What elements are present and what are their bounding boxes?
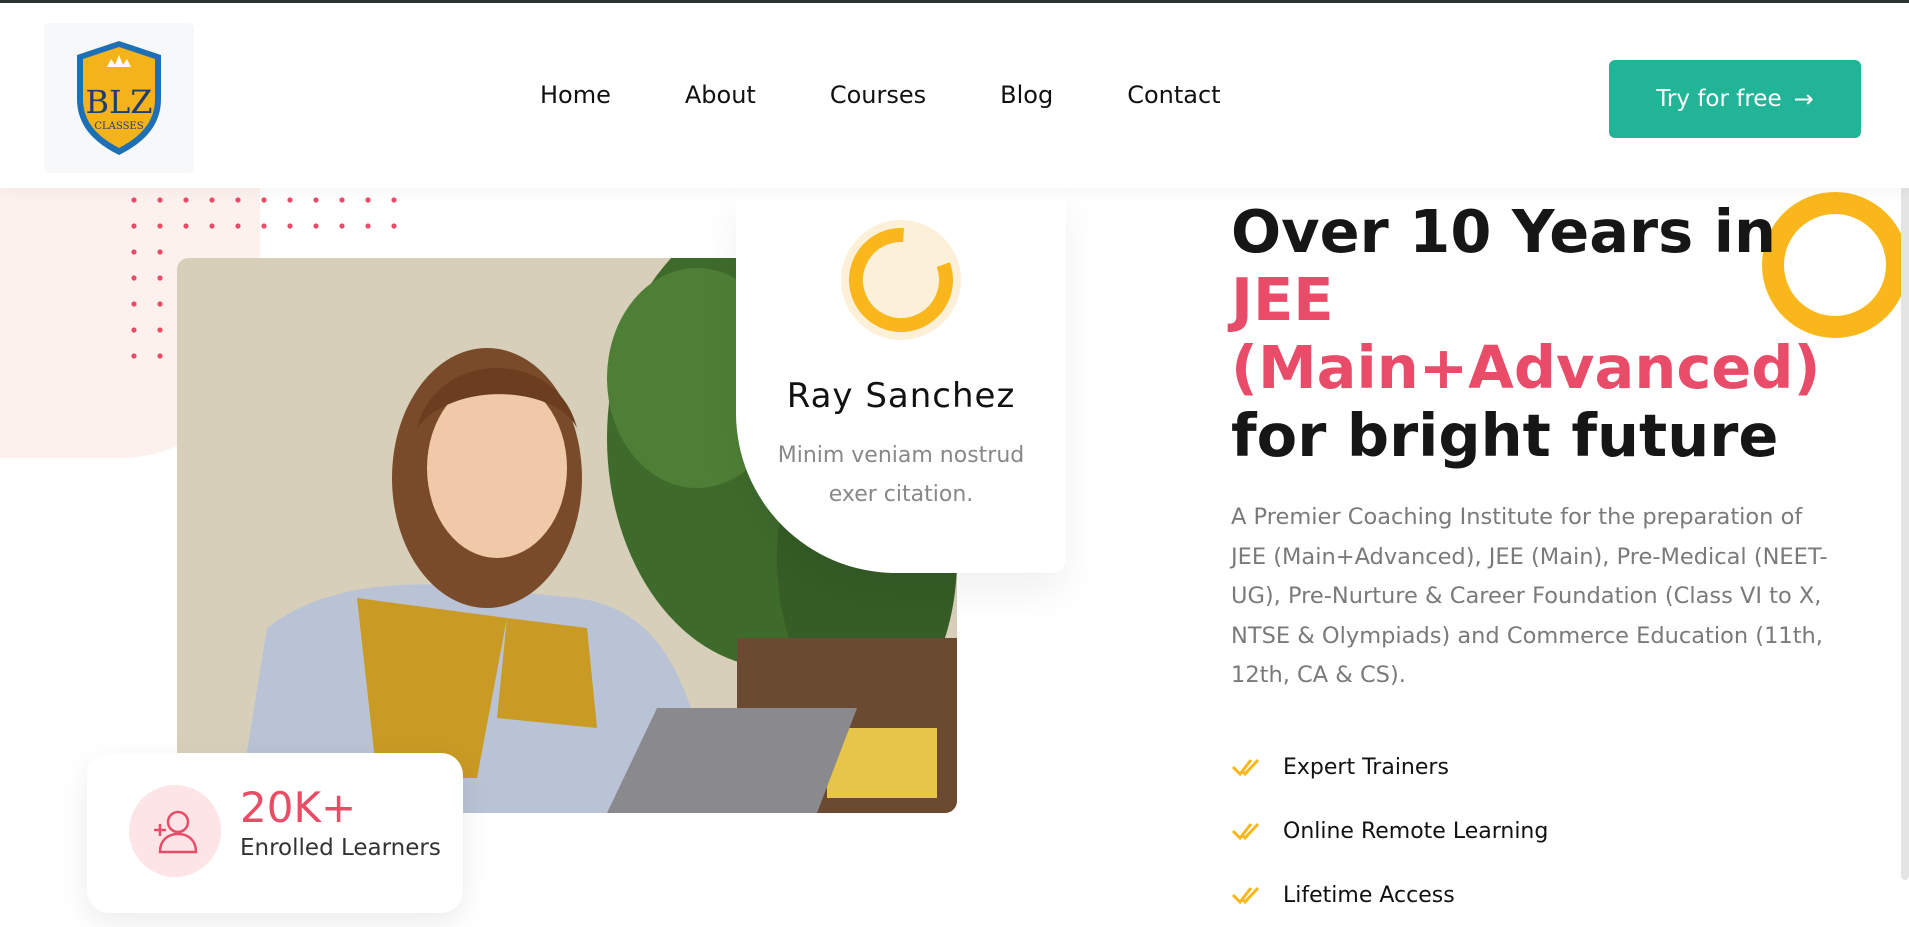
feature-label: Expert Trainers (1283, 754, 1449, 780)
feature-item: Lifetime Access (1231, 863, 1548, 927)
double-check-icon (1231, 821, 1269, 841)
hero-description: A Premier Coaching Institute for the pre… (1231, 504, 1828, 688)
nav-contact[interactable]: Contact (1127, 81, 1220, 109)
double-check-icon (1231, 885, 1269, 905)
stat-value: 20K+ (240, 783, 357, 832)
profile-name: Ray Sanchez (786, 376, 1016, 416)
nav-blog[interactable]: Blog (1000, 81, 1053, 109)
hero-title-line1: Over 10 Years in (1231, 197, 1777, 266)
nav-about[interactable]: About (685, 81, 756, 109)
arrow-right-icon: → (1793, 85, 1814, 113)
try-for-free-button[interactable]: Try for free → (1609, 60, 1861, 138)
nav-home[interactable]: Home (540, 81, 611, 109)
site-header: BLZ CLASSES Home About Courses Blog Cont… (0, 3, 1909, 188)
svg-text:CLASSES: CLASSES (94, 121, 143, 132)
hero-title-line2: for bright future (1231, 401, 1779, 470)
main-nav: Home About Courses Blog Contact (540, 81, 1295, 109)
feature-label: Online Remote Learning (1283, 818, 1549, 844)
svg-text:BLZ: BLZ (86, 83, 153, 121)
hero-title: Over 10 Years in JEE (Main+Advanced) for… (1231, 198, 1831, 470)
profile-card: Ray Sanchez Minim veniam nostrud exer ci… (736, 188, 1066, 573)
crown-shield-logo: BLZ CLASSES (77, 41, 161, 155)
profile-description: Minim veniam nostrud exer citation. (777, 443, 1025, 507)
hero-title-accent1: JEE (1231, 265, 1334, 334)
feature-label: Lifetime Access (1283, 882, 1455, 908)
feature-item: Online Remote Learning (1231, 799, 1548, 863)
feature-list: Expert Trainers Online Remote Learning L… (1231, 735, 1548, 927)
logo[interactable]: BLZ CLASSES (44, 23, 194, 173)
feature-item: Expert Trainers (1231, 735, 1548, 799)
stat-label: Enrolled Learners (240, 835, 441, 861)
stat-card: 20K+ Enrolled Learners (87, 753, 463, 913)
progress-ring-icon (841, 220, 961, 340)
page-scrollbar[interactable] (1901, 96, 1909, 880)
user-add-icon (129, 785, 221, 877)
cta-label: Try for free (1656, 86, 1782, 112)
nav-courses[interactable]: Courses (830, 81, 926, 109)
hero-title-accent2: (Main+Advanced) (1231, 333, 1821, 402)
double-check-icon (1231, 757, 1269, 777)
